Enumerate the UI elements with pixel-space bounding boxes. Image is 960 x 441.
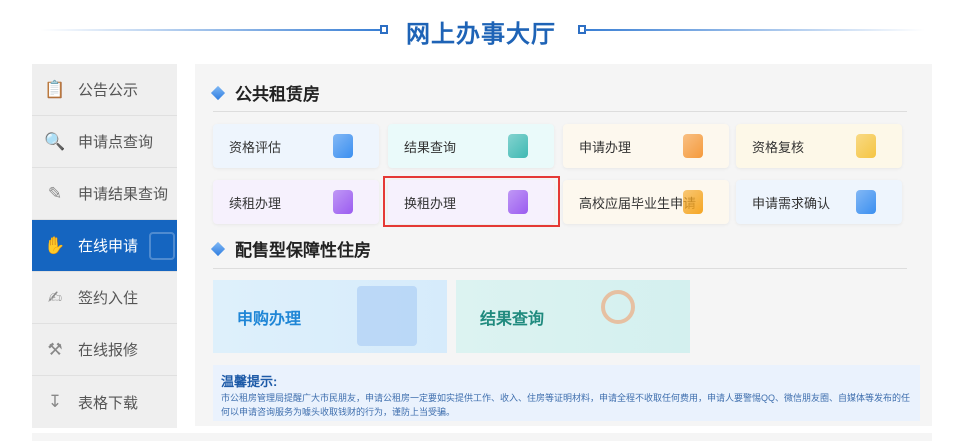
sidebar-item-label: 在线申请 <box>78 238 139 255</box>
service-icon <box>508 134 528 158</box>
service-card-result-query[interactable]: 结果查询 <box>388 124 554 168</box>
service-card-qualification-assessment[interactable]: 资格评估 <box>213 124 379 168</box>
hand-doc-icon: ✋ <box>44 235 66 255</box>
notice-body: 市公租房管理局提醒广大市民朋友，申请公租房一定要如实提供工作、收入、住房等证明材… <box>221 393 911 417</box>
illustration-icon <box>357 286 417 346</box>
sidebar-item-result-query[interactable]: ✎ 申请结果查询 <box>32 168 177 220</box>
card-label: 高校应届毕业生申请 <box>579 195 697 211</box>
sidebar-item-label: 在线报修 <box>78 342 139 359</box>
download-icon: ↧ <box>47 392 63 411</box>
tools-icon: ⚒ <box>47 339 63 359</box>
sidebar-item-label: 签约入住 <box>78 290 139 307</box>
service-icon <box>333 134 353 158</box>
sidebar-item-label: 公告公示 <box>78 82 139 99</box>
sidebar-item-label: 申请结果查询 <box>78 186 169 203</box>
header-divider-right <box>585 29 925 31</box>
result-query-card[interactable]: 结果查询 <box>456 280 690 353</box>
service-card-renewal[interactable]: 续租办理 <box>213 180 379 224</box>
notice-box: 温馨提示: 市公租房管理局提醒广大市民朋友，申请公租房一定要如实提供工作、收入、… <box>213 365 920 421</box>
sidebar-item-sign-move-in[interactable]: ✍ 签约入住 <box>32 272 177 324</box>
section-divider <box>213 111 907 112</box>
service-card-demand-confirmation[interactable]: 申请需求确认 <box>736 180 902 224</box>
card-label: 资格复核 <box>752 139 805 155</box>
card-label: 申请需求确认 <box>752 195 831 211</box>
service-icon <box>683 134 703 158</box>
page-header: 网上办事大厅 <box>0 0 960 60</box>
sidebar-item-label: 申请点查询 <box>78 134 154 151</box>
sidebar-item-form-download[interactable]: ↧ 表格下载 <box>32 376 177 428</box>
card-label: 结果查询 <box>480 310 545 328</box>
sidebar-item-online-application[interactable]: ✋ 在线申请 <box>32 220 177 272</box>
footer-strip <box>32 433 932 441</box>
main-panel: 公共租赁房 资格评估 结果查询 申请办理 资格复核 续租办理 换租办理 高校应届毕业生申请申… <box>195 64 932 426</box>
sidebar-item-online-repair[interactable]: ⚒ 在线报修 <box>32 324 177 376</box>
purchase-apply-card[interactable]: 申购办理 <box>213 280 447 353</box>
service-icon <box>683 190 703 214</box>
service-card-qualification-review[interactable]: 资格复核 <box>736 124 902 168</box>
section-divider <box>213 268 907 269</box>
magnifier-icon <box>601 290 635 324</box>
doc-watermark-icon <box>149 232 175 260</box>
service-icon <box>856 134 876 158</box>
card-label: 换租办理 <box>404 195 457 211</box>
section-title: 公共租赁房 <box>235 85 320 104</box>
page-title: 网上办事大厅 <box>406 21 556 48</box>
card-label: 结果查询 <box>404 139 457 155</box>
section-public-rental: 公共租赁房 <box>210 80 320 105</box>
service-card-rental-exchange[interactable]: 换租办理 <box>388 180 554 224</box>
service-icon <box>333 190 353 214</box>
header-divider-left <box>40 29 380 31</box>
search-doc-icon: 🔍 <box>44 131 66 151</box>
sidebar-item-announcements[interactable]: 📋 公告公示 <box>32 64 177 116</box>
card-label: 资格评估 <box>229 139 282 155</box>
section-affordable-housing: 配售型保障性住房 <box>210 236 371 261</box>
sidebar-item-label: 表格下载 <box>78 394 139 412</box>
service-card-graduate-application[interactable]: 高校应届毕业生申请 <box>563 180 729 224</box>
clipboard-icon: 📋 <box>44 79 66 99</box>
notice-title: 温馨提示: <box>221 374 278 389</box>
card-label: 申请办理 <box>579 139 632 155</box>
service-card-application-handling[interactable]: 申请办理 <box>563 124 729 168</box>
card-label: 申购办理 <box>237 310 302 328</box>
sidebar-item-application-point-query[interactable]: 🔍 申请点查询 <box>32 116 177 168</box>
edit-doc-icon: ✎ <box>47 183 63 203</box>
sidebar: 📋 公告公示 🔍 申请点查询 ✎ 申请结果查询 ✋ 在线申请 ✍ 签约入住 ⚒ 在线报修 ↧… <box>32 64 177 428</box>
diamond-icon <box>210 241 226 256</box>
sign-pen-icon: ✍ <box>47 287 63 307</box>
diamond-icon <box>210 85 226 100</box>
header-ornament-left <box>380 25 388 34</box>
service-icon <box>856 190 876 214</box>
card-label: 续租办理 <box>229 195 282 211</box>
service-icon <box>508 190 528 214</box>
section-title: 配售型保障性住房 <box>235 241 371 260</box>
